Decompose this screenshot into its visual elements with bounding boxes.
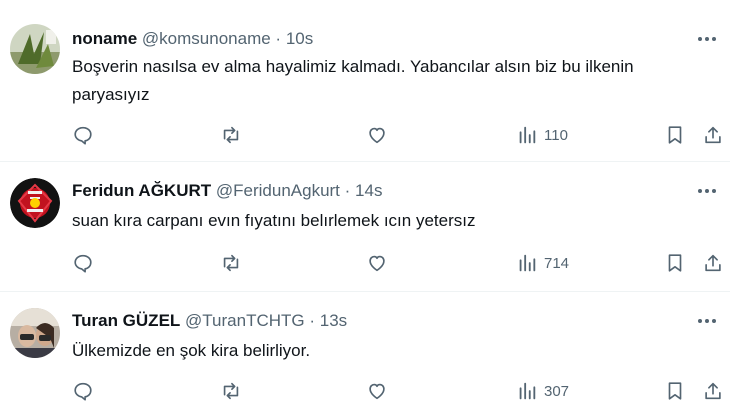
retweet-icon[interactable] bbox=[220, 378, 242, 404]
bookmark-icon[interactable] bbox=[664, 122, 686, 148]
views-count: 110 bbox=[544, 126, 568, 144]
display-name[interactable]: Turan GÜZEL bbox=[72, 311, 180, 330]
like-icon[interactable] bbox=[366, 122, 388, 148]
share-icon[interactable] bbox=[702, 250, 724, 276]
user-handle[interactable]: @FeridunAgkurt bbox=[216, 181, 340, 200]
action-bar: 110 bbox=[0, 122, 730, 148]
tweet[interactable]: Feridun AĞKURT @FeridunAgkurt · 14s suan… bbox=[0, 162, 730, 292]
tweet-text: Ülkemizde en şok kira belirliyor. bbox=[72, 341, 311, 360]
avatar[interactable] bbox=[10, 308, 60, 358]
separator-dot: · bbox=[309, 311, 316, 330]
reply-icon[interactable] bbox=[72, 378, 94, 404]
timestamp[interactable]: 10s bbox=[286, 29, 313, 48]
reply-icon[interactable] bbox=[72, 250, 94, 276]
views-button[interactable]: 110 bbox=[516, 122, 568, 148]
retweet-icon[interactable] bbox=[220, 122, 242, 148]
tweet-header: Feridun AĞKURT @FeridunAgkurt · 14s bbox=[72, 180, 382, 202]
display-name[interactable]: Feridun AĞKURT bbox=[72, 181, 211, 200]
tweet-text: Boşverin nasılsa ev alma hayalimiz kalma… bbox=[72, 57, 634, 104]
reply-icon[interactable] bbox=[72, 122, 94, 148]
more-icon[interactable] bbox=[696, 310, 718, 332]
views-icon bbox=[519, 254, 536, 272]
action-bar: 307 bbox=[0, 378, 730, 404]
display-name[interactable]: noname bbox=[72, 29, 137, 48]
share-icon[interactable] bbox=[702, 122, 724, 148]
action-bar: 714 bbox=[0, 250, 730, 276]
tweet-text: suan kıra carpanı evın fıyatını belırlem… bbox=[72, 211, 476, 230]
views-button[interactable]: 307 bbox=[516, 378, 569, 404]
views-icon bbox=[519, 382, 536, 400]
separator-dot: · bbox=[275, 29, 282, 48]
share-icon[interactable] bbox=[702, 378, 724, 404]
tweet-header: Turan GÜZEL @TuranTCHTG · 13s bbox=[72, 310, 347, 332]
tweet[interactable]: Turan GÜZEL @TuranTCHTG · 13s Ülkemizde … bbox=[0, 292, 730, 420]
more-icon[interactable] bbox=[696, 28, 718, 50]
bookmark-icon[interactable] bbox=[664, 250, 686, 276]
user-handle[interactable]: @komsunoname bbox=[142, 29, 271, 48]
avatar[interactable] bbox=[10, 24, 60, 74]
views-count: 714 bbox=[544, 254, 570, 272]
views-count: 307 bbox=[544, 382, 570, 400]
timestamp[interactable]: 13s bbox=[320, 311, 347, 330]
more-icon[interactable] bbox=[696, 180, 718, 202]
tweet-header: noname @komsunoname · 10s bbox=[72, 28, 313, 50]
bookmark-icon[interactable] bbox=[664, 378, 686, 404]
timestamp[interactable]: 14s bbox=[355, 181, 382, 200]
like-icon[interactable] bbox=[366, 378, 388, 404]
separator-dot: · bbox=[344, 181, 351, 200]
views-icon bbox=[519, 126, 536, 144]
retweet-icon[interactable] bbox=[220, 250, 242, 276]
views-button[interactable]: 714 bbox=[516, 250, 569, 276]
like-icon[interactable] bbox=[366, 250, 388, 276]
avatar[interactable] bbox=[10, 178, 60, 228]
user-handle[interactable]: @TuranTCHTG bbox=[185, 311, 305, 330]
tweet[interactable]: noname @komsunoname · 10s Boşverin nasıl… bbox=[0, 0, 730, 162]
